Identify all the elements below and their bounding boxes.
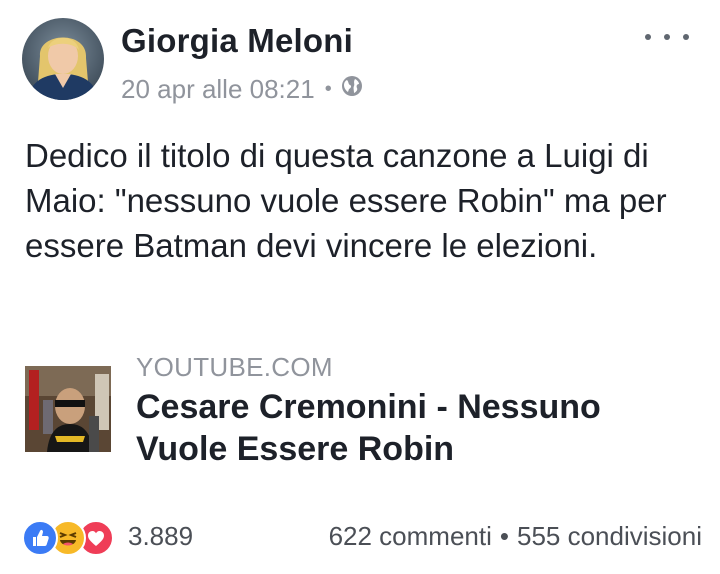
post-footer: 3.889 622 commenti • 555 condivisioni [22,516,702,556]
shares-count[interactable]: 555 condivisioni [517,521,702,552]
post-timestamp[interactable]: 20 apr alle 08:21 [121,74,315,105]
stats-separator: • [499,521,509,551]
comments-count[interactable]: 622 commenti [329,521,492,552]
author-avatar[interactable] [22,18,104,100]
post-text: Dedico il titolo di questa canzone a Lui… [25,137,667,264]
meta-separator: • [324,78,332,100]
globe-icon [340,74,364,105]
like-reaction-icon [22,520,58,556]
post-meta: 20 apr alle 08:21 • [121,74,364,105]
link-title[interactable]: Cesare Cremonini - Nessuno Vuole Essere … [136,386,696,470]
post-stats: 622 commenti • 555 condivisioni [329,521,702,552]
link-preview[interactable]: YOUTUBE.COM Cesare Cremonini - Nessuno V… [25,350,695,470]
reactions-summary[interactable] [22,520,122,556]
reaction-count[interactable]: 3.889 [128,521,193,552]
author-name[interactable]: Giorgia Meloni [121,22,353,60]
more-options-icon[interactable] [645,22,689,52]
link-domain: YOUTUBE.COM [136,352,333,382]
link-thumbnail[interactable] [25,366,111,452]
